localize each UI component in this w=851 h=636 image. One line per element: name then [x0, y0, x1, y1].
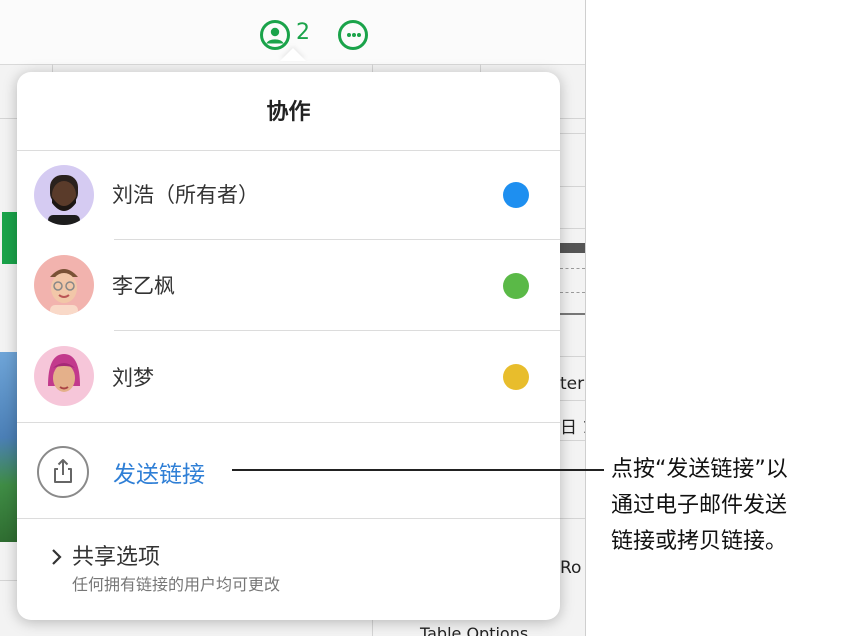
memoji-avatar-icon	[48, 175, 80, 225]
avatar	[34, 346, 94, 406]
grid-line	[560, 313, 585, 315]
participant-color-dot	[503, 182, 529, 208]
share-icon	[54, 459, 72, 483]
popover-arrow	[280, 48, 306, 61]
callout-text: 点按“发送链接”以 通过电子邮件发送 链接或拷贝链接。	[611, 452, 846, 560]
share-options-title: 共享选项	[72, 545, 161, 570]
table-options-label[interactable]: Table Options	[420, 624, 528, 636]
participant-color-dot	[503, 364, 529, 390]
share-button[interactable]	[37, 446, 89, 498]
divider	[17, 150, 560, 151]
chevron-right-icon	[52, 549, 62, 565]
callout-line-text: 点按“发送链接”以	[611, 457, 788, 482]
share-options-subtitle: 任何拥有链接的用户均可更改	[72, 575, 281, 594]
grid-line	[560, 400, 585, 401]
more-button[interactable]	[338, 20, 368, 50]
popover-title: 协作	[266, 100, 311, 125]
callout-line-text: 链接或拷贝链接。	[611, 529, 788, 554]
avatar	[34, 255, 94, 315]
collaborator-count: 2	[296, 20, 310, 45]
grid-line	[560, 228, 585, 229]
grid-line	[560, 133, 585, 134]
divider	[17, 518, 560, 519]
grid-line	[0, 580, 17, 581]
collaborate-button[interactable]	[260, 20, 290, 50]
grid-line	[560, 186, 585, 187]
grid-line	[560, 440, 585, 441]
memoji-avatar-icon	[50, 269, 78, 315]
participant-name: 李乙枫	[112, 274, 175, 298]
background-text: ter	[560, 374, 585, 394]
background-text: 日 1	[560, 418, 585, 438]
background-text: Ro	[560, 558, 582, 578]
participant-name: 刘梦	[112, 366, 154, 390]
callout-line	[232, 469, 604, 471]
grid-line	[560, 518, 585, 519]
collaboration-popover: 协作 刘浩（所有者） 李乙枫 刘梦 发送链接 共享选项 任何拥有链接的用户均可更…	[17, 72, 560, 620]
callout-line-text: 通过电子邮件发送	[611, 493, 788, 518]
format-bar	[560, 243, 585, 253]
divider	[114, 330, 560, 331]
dashed-line	[560, 292, 585, 293]
participant-color-dot	[503, 273, 529, 299]
avatar	[34, 165, 94, 225]
divider	[17, 422, 560, 423]
send-link-button[interactable]: 发送链接	[113, 455, 205, 489]
dashed-line	[560, 268, 585, 269]
participant-name: 刘浩（所有者）	[112, 183, 259, 207]
memoji-avatar-icon	[48, 354, 80, 392]
grid-line	[560, 356, 585, 357]
person-icon	[266, 27, 284, 44]
grid-line	[372, 620, 373, 636]
divider	[114, 239, 560, 240]
